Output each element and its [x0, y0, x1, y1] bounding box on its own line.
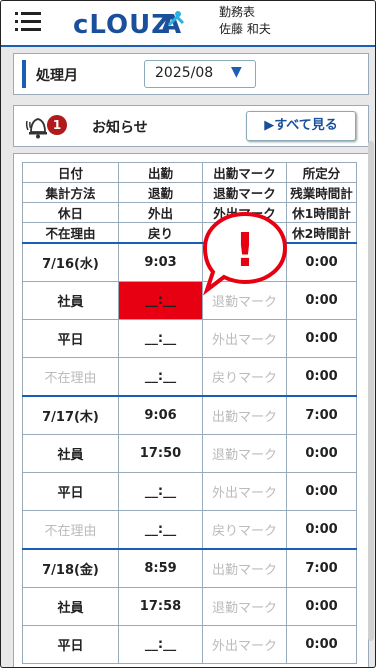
column-header: 不在理由	[22, 222, 119, 244]
column-header: 休2時間計	[286, 222, 357, 244]
table-cell: 7:00	[286, 395, 357, 435]
time-cell[interactable]: 17:50	[118, 434, 203, 473]
period-select[interactable]: 2025/08 ▼	[144, 60, 256, 88]
table-cell: 社員	[22, 587, 119, 626]
column-header: 退勤マーク	[202, 182, 287, 203]
time-cell[interactable]: __:__	[118, 472, 203, 511]
time-cell[interactable]: 9:06	[118, 395, 203, 435]
accent-bar	[22, 60, 26, 88]
time-cell[interactable]: 9:03	[118, 242, 203, 282]
table-cell: 7/16(水)	[22, 242, 119, 282]
time-cell[interactable]: 8:59	[118, 548, 203, 588]
table-cell: 7:00	[286, 548, 357, 588]
column-header: 退勤	[118, 182, 203, 203]
app-header: cLOUZ A 勤務表 佐藤 和夫	[1, 1, 375, 47]
mark-cell: 退勤マーク	[202, 587, 287, 626]
table-cell: 0:00	[286, 357, 357, 397]
notice-label: お知らせ	[92, 120, 148, 136]
column-header: 集計方法	[22, 182, 119, 203]
header-row: 休日外出外出マーク休1時間計	[22, 202, 357, 223]
column-header: 出勤	[118, 162, 203, 183]
table-row: 不在理由 __:__ 戻りマーク 0:00	[22, 357, 357, 397]
notice-count-badge: 1	[47, 115, 67, 135]
header-row: 不在理由戻り戻りマーク休2時間計	[22, 222, 357, 244]
table-cell: 平日	[22, 319, 119, 358]
table-cell: 0:00	[286, 587, 357, 626]
table-cell: 0:00	[286, 319, 357, 358]
notice-card: 1 お知らせ ▶すべて見る	[13, 105, 369, 147]
column-header: 所定分	[286, 162, 357, 183]
table-cell: 7/18(金)	[22, 548, 119, 588]
time-cell[interactable]: 17:58	[118, 587, 203, 626]
column-header: 戻り	[118, 222, 203, 244]
header-row: 集計方法 退勤 退勤マーク 残業時間計	[22, 182, 357, 203]
alert-bubble-icon[interactable]: !	[197, 208, 293, 298]
time-cell-error[interactable]: __:__	[118, 281, 203, 320]
app-frame: cLOUZ A 勤務表 佐藤 和夫 処理月 2025/08 ▼ 1 お知らせ ▶…	[0, 0, 376, 668]
attendance-table: 日付出勤出勤マーク所定分集計方法退勤退勤マーク残業時間計休日外出外出マーク休1時…	[22, 162, 357, 664]
alert-symbol: !	[235, 223, 256, 277]
column-header: 出勤マーク	[202, 162, 287, 183]
table-row: 社員 17:50 退勤マーク 0:00	[22, 434, 357, 473]
app-logo: cLOUZ A	[73, 5, 185, 47]
scrollbar[interactable]	[368, 141, 374, 641]
table-row: 7/18(金) 8:59 出勤マーク 7:00	[22, 548, 357, 588]
table-row: 平日 __:__ 外出マーク 0:00	[22, 472, 357, 511]
page-title: 勤務表	[219, 5, 256, 19]
table-row: 不在理由 __:__ 戻りマーク 0:00	[22, 510, 357, 550]
time-cell[interactable]: __:__	[118, 625, 203, 664]
mark-cell: 戻りマーク	[202, 357, 287, 397]
user-name: 佐藤 和夫	[219, 22, 271, 36]
column-header: 休1時間計	[286, 202, 357, 223]
table-row: 社員 __:__ 退勤マーク 0:00	[22, 281, 357, 320]
header-row: 日付 出勤 出勤マーク 所定分	[22, 162, 357, 183]
attendance-table-card: 日付出勤出勤マーク所定分集計方法退勤退勤マーク残業時間計休日外出外出マーク休1時…	[13, 153, 369, 667]
mark-cell: 出勤マーク	[202, 548, 287, 588]
table-cell: 0:00	[286, 434, 357, 473]
table-row: 7/16(水) 9:03 0:00	[22, 242, 357, 282]
header-title: 勤務表 佐藤 和夫	[219, 4, 271, 38]
table-cell: 7/17(木)	[22, 395, 119, 435]
time-cell[interactable]: __:__	[118, 357, 203, 397]
time-cell[interactable]: __:__	[118, 319, 203, 358]
menu-icon[interactable]	[15, 10, 43, 34]
table-cell: 不在理由	[22, 510, 119, 550]
mark-cell: 外出マーク	[202, 625, 287, 664]
table-cell: 社員	[22, 281, 119, 320]
column-header: 外出	[118, 202, 203, 223]
logo-icon: cLOUZ A	[73, 10, 185, 40]
table-cell: 0:00	[286, 625, 357, 664]
mark-cell: 外出マーク	[202, 319, 287, 358]
period-value: 2025/08	[155, 65, 214, 81]
table-cell: 平日	[22, 625, 119, 664]
svg-text:cLOUZ: cLOUZ	[73, 10, 171, 40]
time-cell[interactable]: __:__	[118, 510, 203, 550]
caret-down-icon: ▼	[231, 64, 242, 80]
period-label: 処理月	[36, 68, 78, 84]
table-row: 7/17(木) 9:06 出勤マーク 7:00	[22, 395, 357, 435]
table-cell: 0:00	[286, 281, 357, 320]
table-row: 平日 __:__ 外出マーク 0:00	[22, 319, 357, 358]
table-cell: 0:00	[286, 242, 357, 282]
table-cell: 社員	[22, 434, 119, 473]
column-header: 日付	[22, 162, 119, 183]
see-all-button[interactable]: ▶すべて見る	[246, 111, 356, 141]
table-cell: 平日	[22, 472, 119, 511]
period-card: 処理月 2025/08 ▼	[13, 53, 369, 95]
mark-cell: 外出マーク	[202, 472, 287, 511]
table-row: 社員 17:58 退勤マーク 0:00	[22, 587, 357, 626]
mark-cell: 出勤マーク	[202, 395, 287, 435]
table-row: 平日 __:__ 外出マーク 0:00	[22, 625, 357, 664]
column-header: 残業時間計	[286, 182, 357, 203]
mark-cell: 戻りマーク	[202, 510, 287, 550]
table-cell: 0:00	[286, 472, 357, 511]
mark-cell: 退勤マーク	[202, 434, 287, 473]
table-cell: 不在理由	[22, 357, 119, 397]
column-header: 休日	[22, 202, 119, 223]
table-cell: 0:00	[286, 510, 357, 550]
